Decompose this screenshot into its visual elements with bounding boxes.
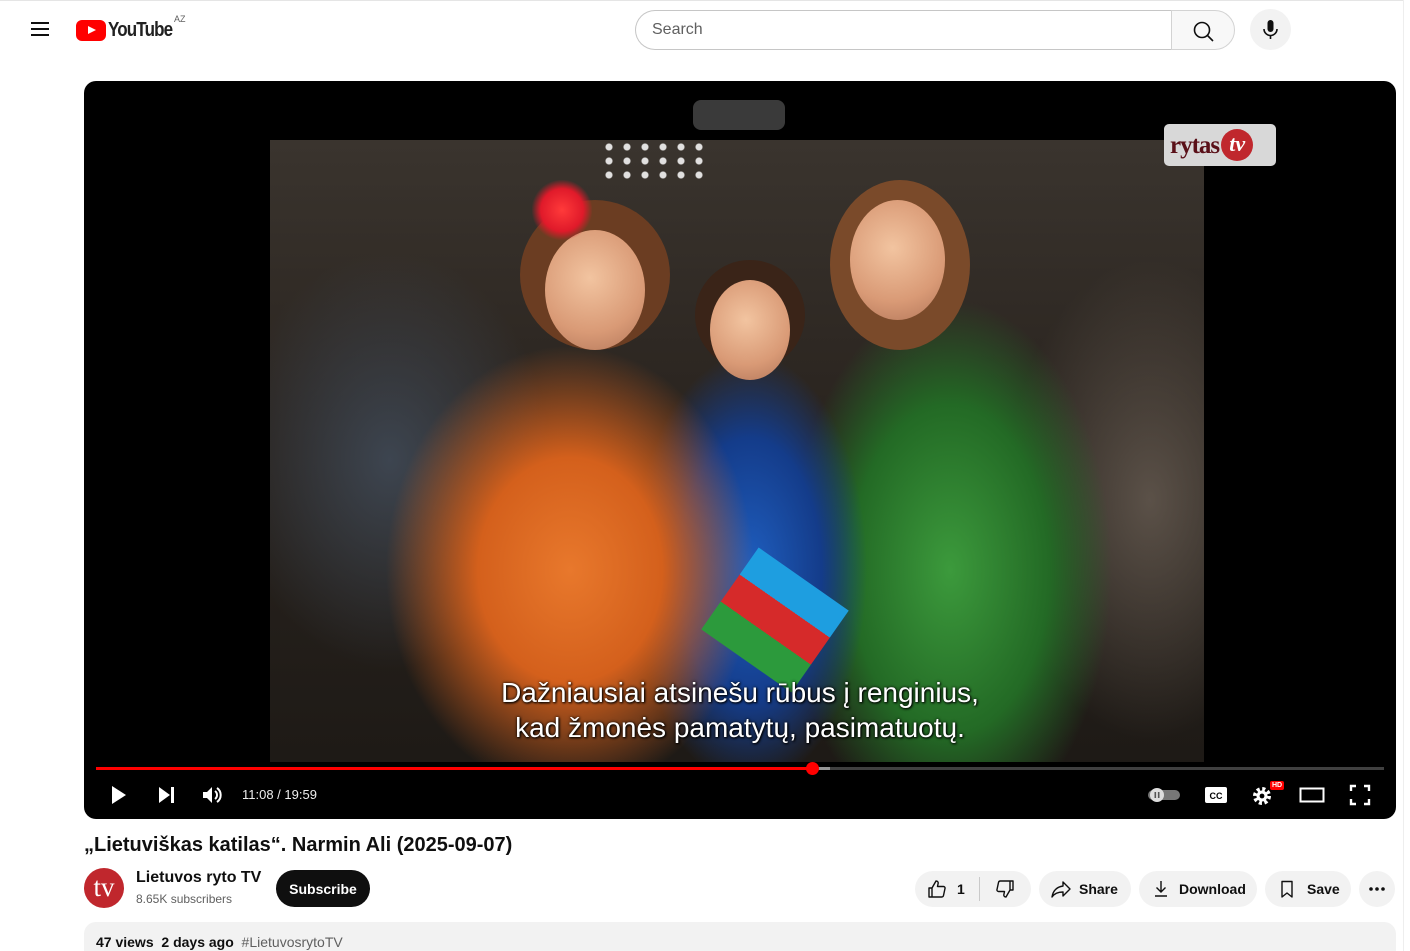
red-flower-headpiece (532, 180, 592, 240)
search-icon (1193, 21, 1214, 42)
play-icon (112, 786, 126, 804)
save-label: Save (1307, 881, 1340, 897)
settings-button[interactable]: HD (1246, 780, 1285, 810)
youtube-play-logo-icon (76, 19, 106, 41)
video-player[interactable]: rytas tv Dažniausiai atsinešu rūbus į re… (84, 81, 1396, 819)
save-button[interactable]: Save (1265, 871, 1351, 907)
search-input[interactable] (635, 10, 1172, 50)
theater-mode-icon (1299, 787, 1325, 803)
progress-scrubber[interactable] (806, 762, 820, 775)
hamburger-menu-icon[interactable] (22, 13, 58, 45)
voice-search-button[interactable] (1250, 9, 1291, 50)
subscribe-button[interactable]: Subscribe (276, 870, 370, 907)
hd-badge: HD (1270, 781, 1285, 790)
subscriber-count: 8.65K subscribers (136, 892, 233, 906)
subtitles: Dažniausiai atsinešu rūbus į renginius, … (84, 675, 1396, 745)
more-horizontal-icon (1369, 887, 1385, 891)
watermark-badge: tv (1221, 129, 1254, 161)
download-icon (1155, 881, 1167, 897)
thumbs-down-icon (996, 880, 1014, 898)
share-icon (1051, 881, 1071, 898)
bookmark-icon (1281, 880, 1293, 898)
search-button[interactable] (1171, 10, 1235, 50)
string-lights (600, 140, 710, 180)
video-title: „Lietuviškas katilas“. Narmin Ali (2025-… (84, 834, 513, 856)
subtitles-button[interactable]: CC (1198, 780, 1234, 810)
page-scrollbar[interactable] (1403, 0, 1410, 951)
mute-button[interactable] (194, 780, 230, 810)
time-display: 11:08 / 19:59 (242, 787, 317, 802)
channel-name[interactable]: Lietuvos ryto TV (136, 869, 261, 887)
woman-left-face (545, 230, 645, 350)
thumbs-up-icon (928, 880, 946, 898)
autoplay-toggle-icon (1148, 788, 1180, 802)
fullscreen-icon (1349, 784, 1371, 806)
lietuvos-rytas-tv-watermark: rytas tv (1164, 124, 1276, 166)
description-box[interactable]: 47 views 2 days ago #LietuvosrytoTV (84, 922, 1396, 951)
subtitle-line-1: Dažniausiai atsinešu rūbus į renginius, (501, 677, 979, 708)
woman-center-face (710, 280, 790, 380)
video-frame[interactable] (270, 140, 1204, 762)
download-button[interactable]: Download (1139, 871, 1257, 907)
download-label: Download (1179, 881, 1246, 897)
share-label: Share (1079, 881, 1118, 897)
progress-bar[interactable] (96, 762, 1384, 775)
autoplay-toggle[interactable] (1144, 780, 1184, 810)
theater-mode-button[interactable] (1294, 780, 1330, 810)
view-count: 47 views (96, 934, 154, 950)
woman-right-face (850, 200, 945, 320)
next-button[interactable] (148, 780, 184, 810)
volume-icon (203, 787, 222, 803)
captions-label: CC (1210, 791, 1223, 801)
youtube-logo-text: YouTube (108, 18, 173, 41)
fullscreen-button[interactable] (1342, 780, 1378, 810)
like-dislike-group: 1 (915, 871, 1031, 907)
captions-icon: CC (1205, 787, 1227, 803)
masthead: YouTube AZ (0, 0, 1410, 56)
progress-played (96, 767, 813, 770)
like-count: 1 (957, 881, 965, 897)
watermark-text: rytas (1170, 131, 1220, 159)
more-actions-button[interactable] (1359, 871, 1395, 907)
play-button[interactable] (100, 780, 136, 810)
channel-avatar[interactable]: tv (84, 868, 124, 908)
next-icon (159, 787, 174, 803)
azerbaijan-flag (701, 547, 849, 693)
youtube-logo[interactable]: YouTube AZ (76, 14, 186, 43)
dislike-button[interactable] (980, 871, 1030, 907)
mic-icon (1263, 20, 1278, 39)
upload-age: 2 days ago (161, 934, 234, 950)
player-top-notch (693, 100, 785, 130)
hashtag-link[interactable]: #LietuvosrytoTV (242, 934, 343, 950)
like-button[interactable]: 1 (915, 871, 979, 907)
country-code: AZ (174, 14, 186, 24)
subtitle-line-2: kad žmonės pamatytų, pasimatuotų. (515, 712, 965, 743)
share-button[interactable]: Share (1039, 871, 1131, 907)
